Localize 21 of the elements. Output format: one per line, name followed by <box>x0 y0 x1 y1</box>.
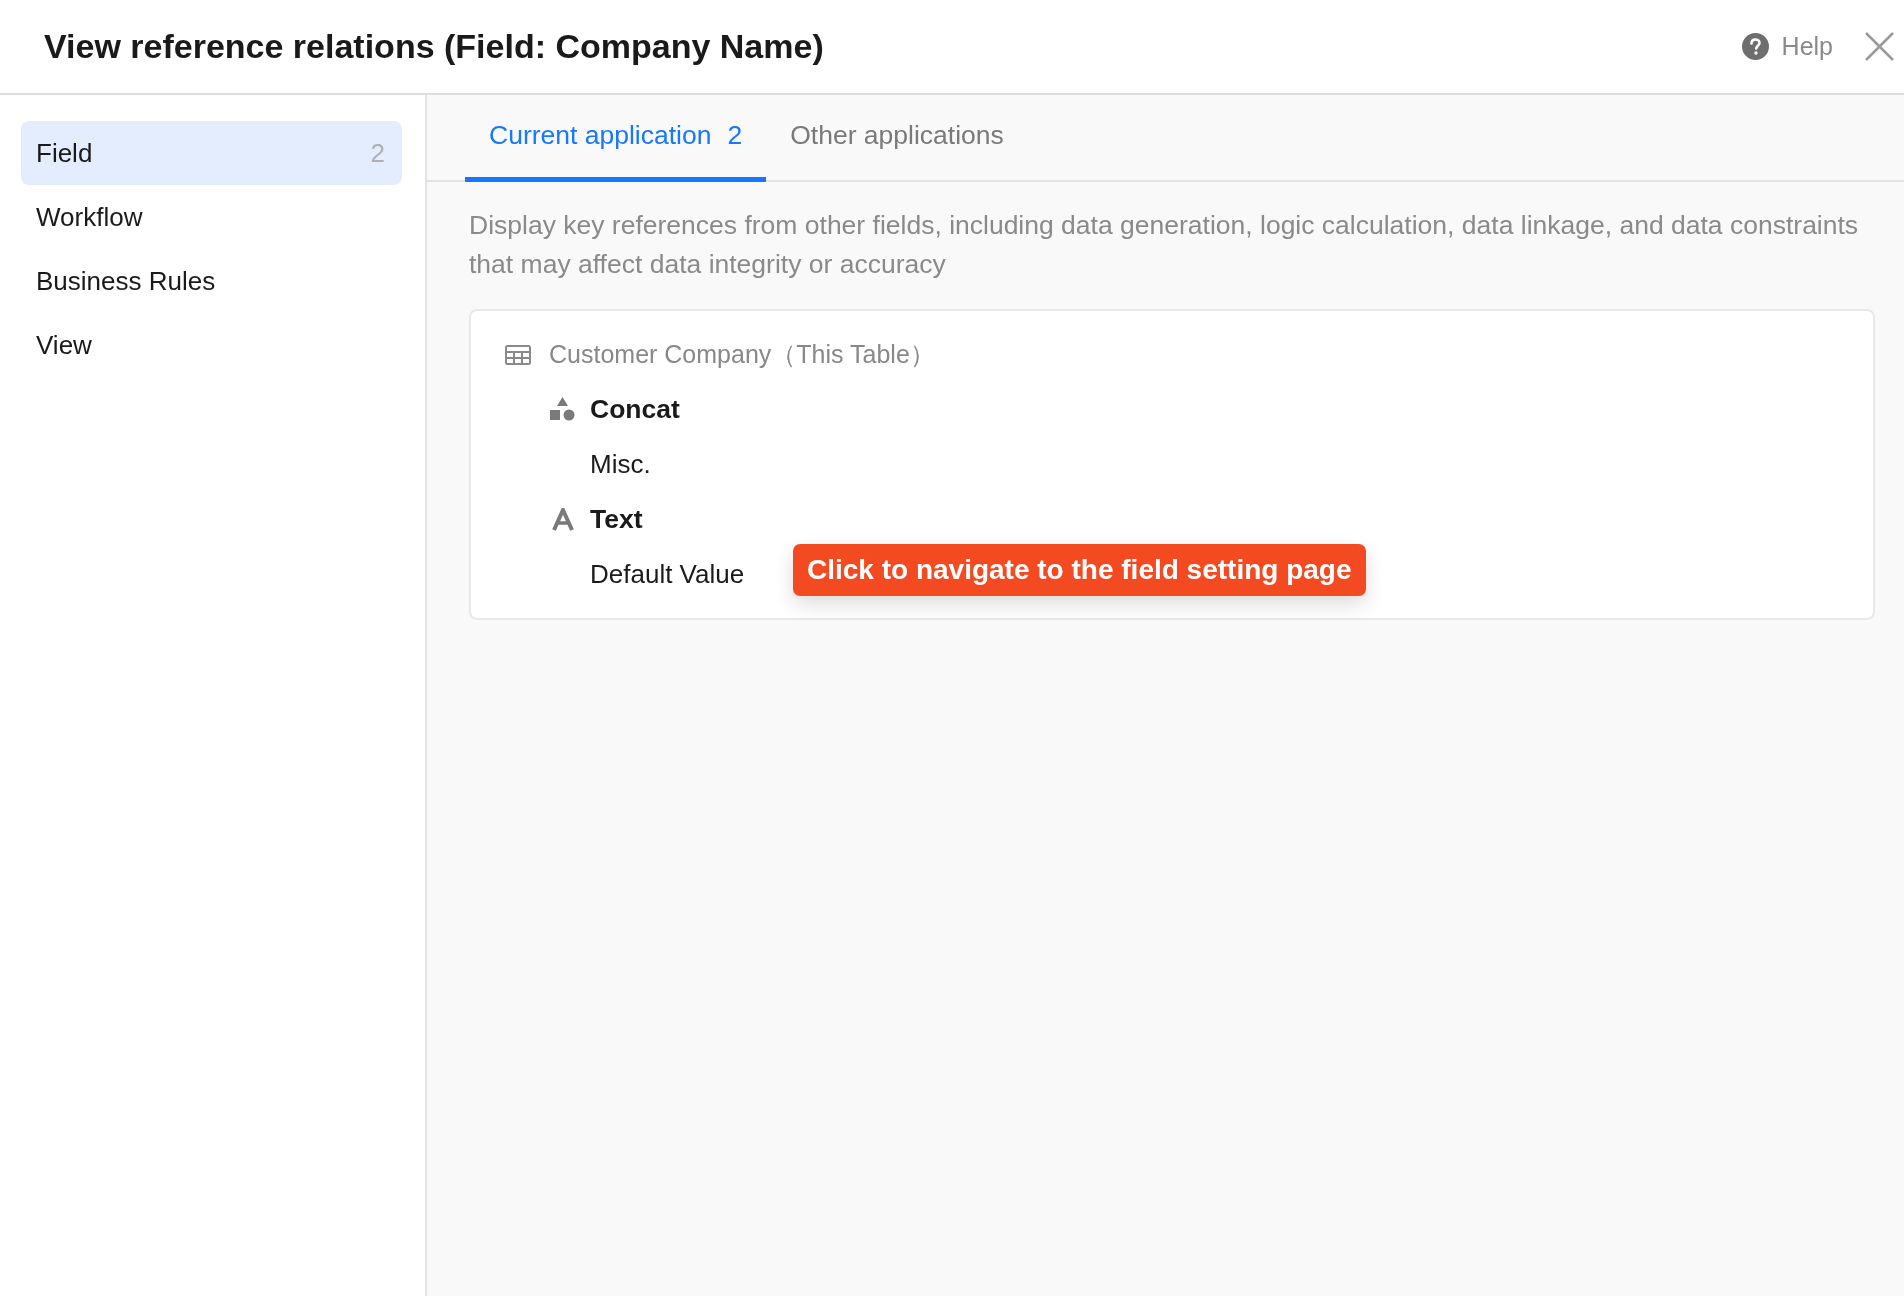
text-type-icon <box>551 508 574 531</box>
field-name: Concat <box>590 392 680 426</box>
sidebar-item[interactable]: Workflow <box>21 185 402 249</box>
help-icon <box>1741 33 1769 60</box>
close-icon <box>1864 32 1894 61</box>
reference-count: 2 <box>727 119 743 153</box>
sidebar-item[interactable]: View <box>21 313 402 377</box>
sidebar-item[interactable]: Business Rules <box>21 249 402 313</box>
table-grid-icon <box>505 344 531 365</box>
reference-item[interactable]: Misc. <box>590 445 651 484</box>
table-name: Customer Company（This Table） <box>549 338 935 370</box>
shapes-icon <box>550 397 575 422</box>
field-name: Text <box>590 502 643 536</box>
description-text: Display key references from other fields, including data generation, logic calculation, data linkage, and data constraints that may affect data integrity or accuracy <box>468 209 1860 281</box>
item-count: 2 <box>370 136 385 170</box>
reference-item[interactable]: Default Value <box>590 555 745 594</box>
dialog-title: View reference relations (Field: Company Name) <box>44 26 824 67</box>
sidebar-item[interactable]: Field 2 <box>21 121 402 185</box>
tooltip: Click to navigate to the field setting page <box>793 544 1366 596</box>
tab[interactable]: Current application 2 <box>465 95 767 182</box>
tab[interactable]: Other applications <box>766 95 1028 182</box>
